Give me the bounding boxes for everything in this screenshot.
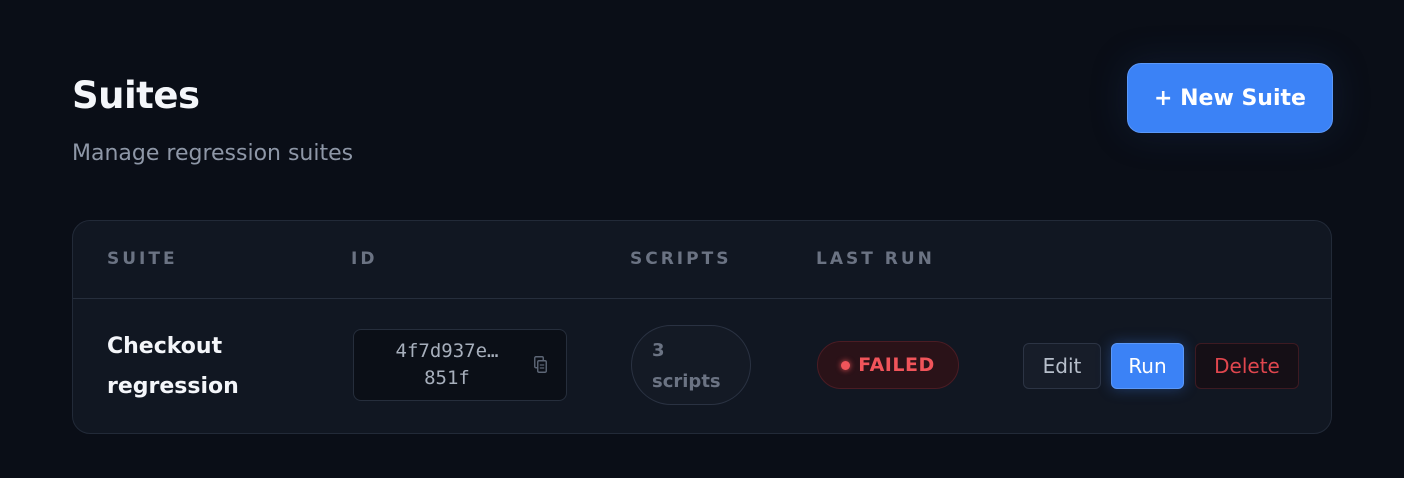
column-header-suite: SUITE [107,249,178,269]
suite-id-line-2: 851f [424,367,470,389]
edit-button[interactable]: Edit [1023,343,1101,389]
status-badge: FAILED [817,341,959,389]
suite-id-line-1: 4f7d937e… [395,340,499,362]
run-button[interactable]: Run [1111,343,1184,389]
column-header-last-run: LAST RUN [816,249,935,269]
scripts-count: 3 [652,340,665,361]
suite-id-chip[interactable]: 4f7d937e… 851f [353,329,567,401]
new-suite-button[interactable]: + New Suite [1127,63,1333,133]
scripts-count-label: scripts [652,371,721,392]
column-header-scripts: SCRIPTS [630,249,732,269]
suite-name: Checkout regression [107,334,239,399]
table-header: SUITE ID SCRIPTS LAST RUN [73,221,1331,299]
page-subtitle: Manage regression suites [72,141,354,166]
page-title: Suites [72,74,200,117]
suite-id: 4f7d937e… 851f [354,338,540,392]
table-row: Checkout regression 4f7d937e… 851f 3 scr… [73,299,1331,433]
delete-button[interactable]: Delete [1195,343,1299,389]
copy-icon[interactable] [534,356,547,373]
suites-table: SUITE ID SCRIPTS LAST RUN Checkout regre… [72,220,1332,434]
suites-page: Suites Manage regression suites + New Su… [0,0,1404,478]
status-dot-icon [841,360,851,370]
scripts-count-badge: 3 scripts [631,325,751,405]
status-label: FAILED [858,354,935,376]
column-header-id: ID [351,249,378,269]
